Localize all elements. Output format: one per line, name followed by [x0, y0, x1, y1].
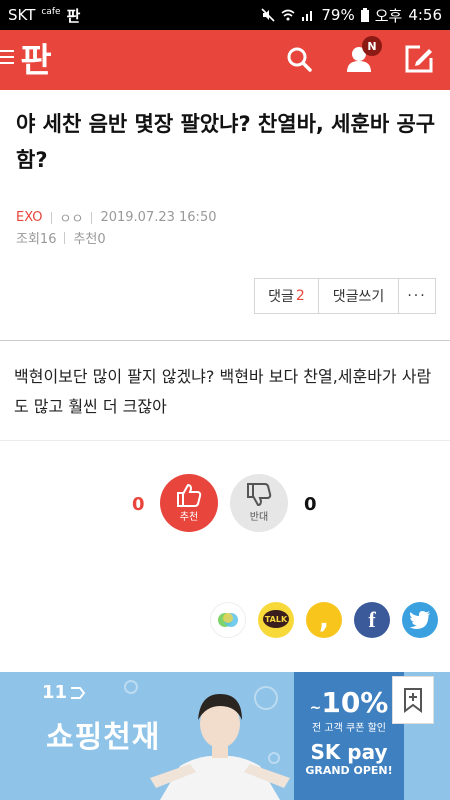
skpay-text: SK pay: [310, 740, 388, 764]
discount-text: ~10%: [294, 686, 404, 719]
comments-button[interactable]: 댓글 2: [255, 279, 319, 313]
divider: [0, 340, 450, 341]
divider: [50, 211, 52, 224]
kakaotalk-icon: TALK: [263, 610, 289, 628]
menu-icon[interactable]: [0, 50, 14, 68]
article-title: 야 세찬 음반 몇장 팔았냐? 찬열바, 세훈바 공구 함?: [16, 112, 436, 172]
views-count: 16: [39, 232, 57, 247]
band-share-button[interactable]: [210, 602, 246, 638]
bookmark-add-icon: [404, 688, 422, 713]
banner-brand: 11: [42, 682, 87, 703]
divider: [0, 440, 450, 441]
divider: [91, 211, 93, 224]
discount-prefix: ~: [309, 700, 322, 716]
downvote-button[interactable]: 반대: [230, 474, 288, 532]
share-bar: TALK , f: [210, 602, 438, 638]
pann-logo[interactable]: 판: [14, 36, 58, 82]
search-icon: [287, 47, 312, 72]
notification-badge: N: [362, 36, 382, 56]
carrier-label: SKT: [8, 6, 36, 24]
post-date: 2019.07.23 16:50: [100, 210, 217, 225]
comments-label: 댓글: [268, 289, 294, 305]
profile-button[interactable]: N: [340, 36, 382, 78]
article-meta: EXO ㅇㅇ 2019.07.23 16:50: [16, 208, 216, 227]
recommend-count: 0: [97, 232, 106, 247]
vote-section: 0 추천 반대 0: [0, 474, 450, 538]
article-body: 백현이보단 많이 팔지 않겠냐? 백현바 보다 찬열,세훈바가 사람도 많고 훨…: [14, 367, 432, 416]
comment-actions: 댓글 2 댓글쓰기 ···: [254, 278, 436, 314]
divider: [64, 231, 66, 244]
upvote-label: 추천: [179, 512, 199, 523]
write-button[interactable]: [400, 40, 438, 78]
band-icon: [218, 613, 238, 627]
twitter-share-button[interactable]: [402, 602, 438, 638]
banner-brand-text: 11: [42, 682, 68, 703]
arrow-icon: [71, 687, 86, 699]
battery-icon: [360, 8, 369, 22]
search-button[interactable]: [280, 40, 318, 78]
kakaostory-icon: ,: [319, 605, 329, 635]
views-label: 조회: [16, 232, 40, 247]
banner-slogan: 쇼핑천재: [46, 720, 161, 755]
twitter-icon: [409, 611, 430, 629]
category-link[interactable]: EXO: [16, 210, 43, 225]
signal-icon: [302, 11, 313, 21]
article-stats: 조회16 추천0: [16, 228, 106, 247]
downvote-label: 반대: [249, 512, 269, 523]
downvote-count: 0: [304, 494, 317, 515]
thumbs-up-icon: [177, 483, 202, 507]
ad-banner[interactable]: 11 쇼핑천재 ~10% 전 고객 쿠폰 할인 SK pay GRAND OPE…: [0, 672, 450, 800]
comments-count: 2: [295, 288, 305, 304]
discount-value: 10%: [321, 686, 389, 719]
upvote-button[interactable]: 추천: [160, 474, 218, 532]
thumbs-down-icon: [247, 483, 272, 507]
time-clock: 4:56: [408, 6, 442, 24]
coupon-text: 전 고객 쿠폰 할인: [312, 723, 386, 734]
pann-notification-icon: 판: [66, 6, 81, 25]
mute-icon: [261, 8, 275, 22]
battery-percent: 79%: [321, 6, 355, 24]
time-ampm: 오후: [374, 6, 403, 25]
app-bar: 판 N: [0, 30, 450, 90]
bookmark-button[interactable]: [392, 676, 434, 724]
facebook-icon: f: [368, 607, 376, 632]
write-icon: [405, 45, 433, 73]
upvote-count: 0: [132, 494, 145, 515]
status-bar: SKT cafe 판 79% 오후 4:56: [0, 0, 450, 30]
recommend-label: 추천: [73, 232, 98, 247]
wifi-icon: [281, 9, 295, 21]
banner-model-image: [150, 694, 290, 800]
kakaostory-share-button[interactable]: ,: [306, 602, 342, 638]
decorative-circle: [124, 680, 138, 694]
author-name[interactable]: ㅇㅇ: [60, 208, 84, 227]
logo-text: 판: [20, 41, 51, 81]
talk-label: TALK: [265, 615, 288, 624]
grand-open-text: GRAND OPEN!: [305, 764, 393, 777]
kakaotalk-share-button[interactable]: TALK: [258, 602, 294, 638]
cafe-label: cafe: [41, 7, 61, 17]
facebook-share-button[interactable]: f: [354, 602, 390, 638]
promo-panel: ~10% 전 고객 쿠폰 할인 SK pay GRAND OPEN!: [294, 672, 404, 800]
write-comment-button[interactable]: 댓글쓰기: [319, 279, 399, 313]
more-button[interactable]: ···: [399, 279, 435, 313]
